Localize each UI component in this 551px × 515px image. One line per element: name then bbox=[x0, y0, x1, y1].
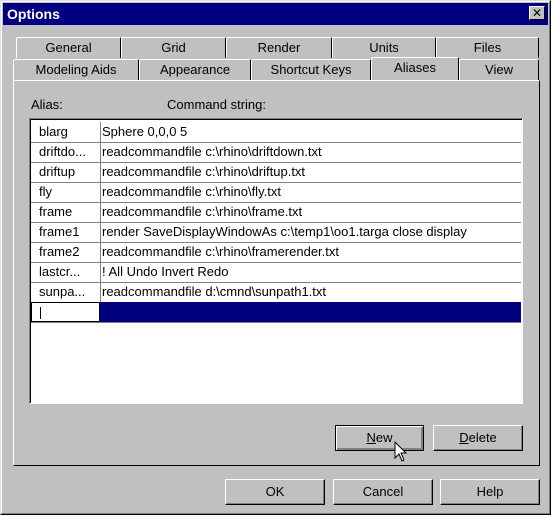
tab-label: View bbox=[485, 62, 513, 77]
ok-button[interactable]: OK bbox=[225, 479, 325, 505]
alias-table[interactable]: blarg Sphere 0,0,0 5 driftdo... readcomm… bbox=[29, 118, 523, 404]
table-row-new-entry[interactable] bbox=[31, 302, 521, 323]
close-button[interactable]: ✕ bbox=[529, 6, 545, 20]
alias-cell[interactable]: sunpa... bbox=[31, 282, 101, 302]
close-icon: ✕ bbox=[531, 6, 543, 20]
delete-label-mnemonic: D bbox=[459, 430, 469, 445]
options-dialog: Options ✕ General Grid Render Units File… bbox=[0, 0, 551, 515]
alias-cell[interactable]: driftup bbox=[31, 162, 101, 182]
table-row[interactable]: frame2 readcommandfile c:\rhino\frameren… bbox=[31, 242, 521, 263]
tab-label: Shortcut Keys bbox=[270, 62, 352, 77]
delete-label-post: elete bbox=[468, 430, 497, 445]
alias-column-label: Alias: bbox=[31, 97, 63, 112]
tab-label: General bbox=[45, 40, 92, 55]
delete-button[interactable]: Delete bbox=[433, 425, 523, 451]
help-label: Help bbox=[476, 484, 504, 499]
alias-cell[interactable]: frame1 bbox=[31, 222, 101, 242]
command-cell[interactable]: readcommandfile d:\cmnd\sunpath1.txt bbox=[102, 282, 326, 302]
command-cell[interactable]: readcommandfile c:\rhino\driftdown.txt bbox=[102, 142, 322, 162]
alias-edit-field[interactable] bbox=[31, 302, 100, 322]
table-row[interactable]: driftdo... readcommandfile c:\rhino\drif… bbox=[31, 142, 521, 163]
tab-appearance[interactable]: Appearance bbox=[139, 59, 251, 80]
cancel-button[interactable]: Cancel bbox=[333, 479, 433, 505]
table-row[interactable]: frame readcommandfile c:\rhino\frame.txt bbox=[31, 202, 521, 223]
command-cell[interactable]: ! All Undo Invert Redo bbox=[102, 262, 228, 282]
alias-cell[interactable]: driftdo... bbox=[31, 142, 101, 162]
command-cell[interactable]: readcommandfile c:\rhino\framerender.txt bbox=[102, 242, 339, 262]
tab-grid[interactable]: Grid bbox=[121, 37, 226, 58]
tab-units[interactable]: Units bbox=[332, 37, 436, 58]
alias-cell[interactable]: frame2 bbox=[31, 242, 101, 262]
alias-cell[interactable]: fly bbox=[31, 182, 101, 202]
table-row[interactable]: driftup readcommandfile c:\rhino\driftup… bbox=[31, 162, 521, 183]
table-row[interactable]: lastcr... ! All Undo Invert Redo bbox=[31, 262, 521, 283]
command-column-label: Command string: bbox=[167, 97, 266, 112]
table-row[interactable]: frame1 render SaveDisplayWindowAs c:\tem… bbox=[31, 222, 521, 243]
cancel-label: Cancel bbox=[362, 484, 404, 499]
alias-cell[interactable]: blarg bbox=[31, 122, 101, 142]
ok-label: OK bbox=[265, 484, 285, 499]
new-button[interactable]: New bbox=[335, 425, 424, 451]
table-row[interactable]: fly readcommandfile c:\rhino\fly.txt bbox=[31, 182, 521, 203]
new-label-post: ew bbox=[375, 430, 393, 445]
command-cell[interactable]: readcommandfile c:\rhino\frame.txt bbox=[102, 202, 302, 222]
alias-cell[interactable]: frame bbox=[31, 202, 101, 222]
mouse-pointer-icon bbox=[394, 441, 408, 462]
tab-files[interactable]: Files bbox=[436, 37, 539, 58]
command-cell[interactable]: render SaveDisplayWindowAs c:\temp1\oo1.… bbox=[102, 222, 467, 242]
help-button[interactable]: Help bbox=[440, 479, 540, 505]
tab-render[interactable]: Render bbox=[226, 37, 332, 58]
command-cell[interactable]: Sphere 0,0,0 5 bbox=[102, 122, 187, 142]
tab-label: Modeling Aids bbox=[35, 62, 117, 77]
tab-modeling-aids[interactable]: Modeling Aids bbox=[13, 59, 139, 80]
command-cell[interactable]: readcommandfile c:\rhino\fly.txt bbox=[102, 182, 281, 202]
window-title: Options bbox=[7, 6, 60, 22]
tab-label: Render bbox=[257, 40, 301, 55]
table-row[interactable]: blarg Sphere 0,0,0 5 bbox=[31, 122, 521, 143]
command-cell[interactable]: readcommandfile c:\rhino\driftup.txt bbox=[102, 162, 305, 182]
tab-view[interactable]: View bbox=[459, 59, 539, 80]
text-caret bbox=[40, 307, 41, 319]
tab-label: Grid bbox=[161, 40, 186, 55]
tab-shortcut-keys[interactable]: Shortcut Keys bbox=[251, 59, 371, 80]
tab-aliases[interactable]: Aliases bbox=[371, 57, 459, 80]
new-label-mnemonic: N bbox=[366, 430, 376, 445]
alias-cell[interactable]: lastcr... bbox=[31, 262, 101, 282]
table-row[interactable]: sunpa... readcommandfile d:\cmnd\sunpath… bbox=[31, 282, 521, 303]
tab-label: Units bbox=[369, 40, 399, 55]
title-bar[interactable]: Options ✕ bbox=[3, 3, 548, 25]
alias-table-inner: blarg Sphere 0,0,0 5 driftdo... readcomm… bbox=[30, 119, 522, 403]
tab-label: Files bbox=[473, 40, 502, 55]
tab-label: Appearance bbox=[159, 62, 231, 77]
tab-label: Aliases bbox=[394, 60, 436, 75]
tab-general[interactable]: General bbox=[16, 37, 121, 58]
